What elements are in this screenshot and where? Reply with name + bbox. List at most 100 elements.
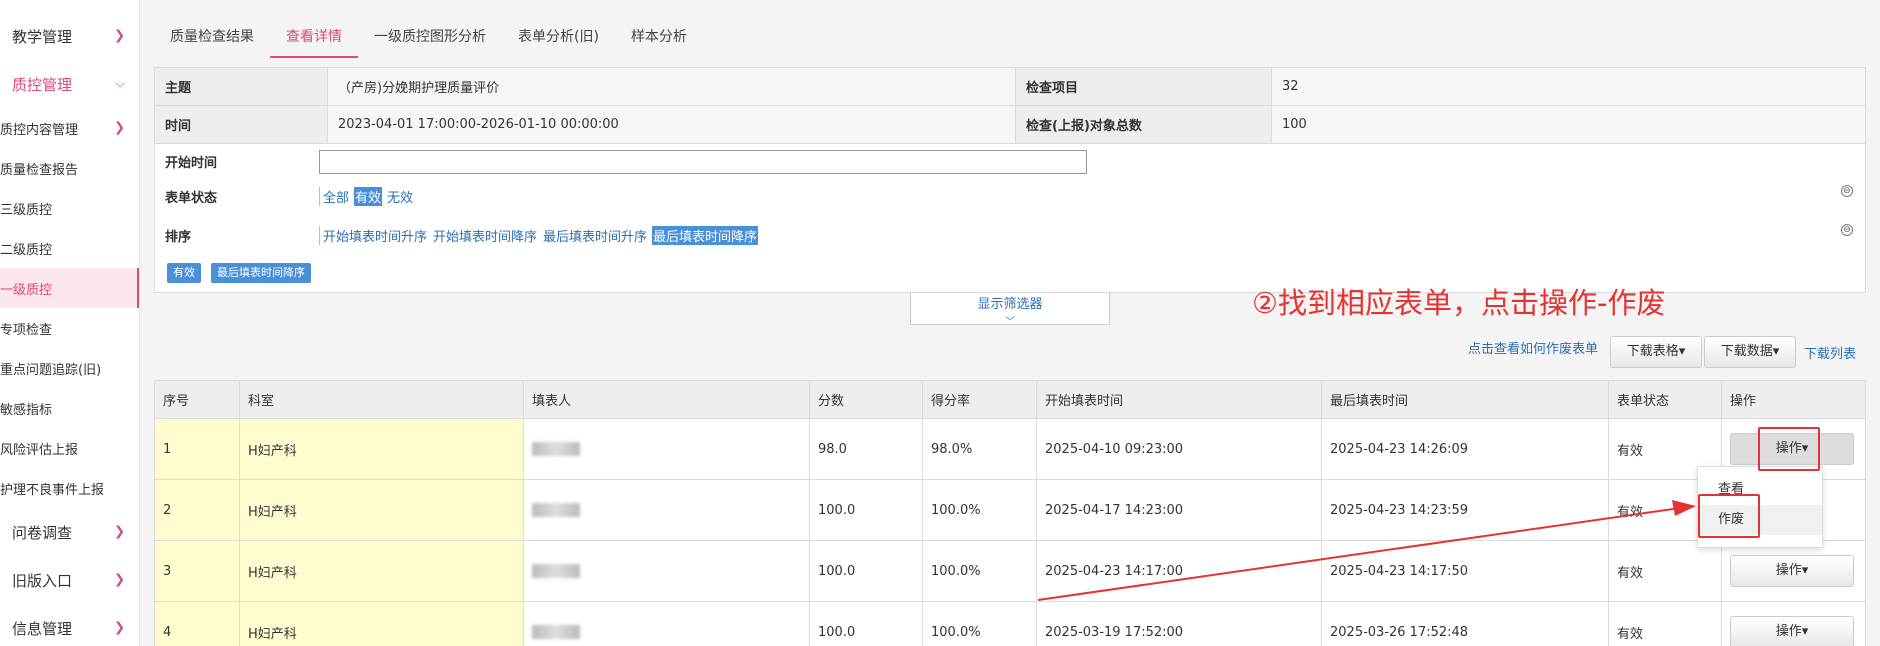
download-list-link[interactable]: 下载列表 <box>1804 343 1856 362</box>
active-filter-tag[interactable]: 有效 <box>167 263 201 283</box>
sidebar: 教学管理 ❯ 质控管理 ⌵ 质控内容管理 ❯ 质量检查报告 三级质控 二级质控 … <box>0 0 140 646</box>
total-value: 100 <box>1271 105 1866 144</box>
sidebar-group-info[interactable]: 信息管理 ❯ <box>0 604 139 646</box>
collapse-icon[interactable]: ⊖ <box>1841 224 1853 236</box>
items-value: 32 <box>1271 67 1866 106</box>
highlight-box <box>1698 494 1760 538</box>
sidebar-item-label: 三级质控 <box>0 202 53 218</box>
sidebar-group-legacy[interactable]: 旧版入口 ❯ <box>0 556 139 604</box>
row-action-button[interactable]: 操作▾ <box>1730 616 1854 646</box>
cell-score: 98.0 <box>809 418 923 480</box>
cell-dept: H妇产科 <box>239 540 524 602</box>
status-option-invalid[interactable]: 无效 <box>386 187 414 206</box>
chevron-down-icon: ﹀ <box>1005 317 1015 328</box>
cell-filler <box>523 601 810 646</box>
sidebar-item-key-issue[interactable]: 重点问题追踪(旧) <box>0 348 139 388</box>
cell-last-time: 2025-03-26 17:52:48 <box>1321 601 1609 646</box>
items-label: 检查项目 <box>1015 67 1272 106</box>
collapse-icon[interactable]: ⊖ <box>1841 185 1853 197</box>
table-row: 2 H妇产科 100.0 100.0% 2025-04-17 14:23:00 … <box>154 479 1866 541</box>
sidebar-item-level2[interactable]: 二级质控 <box>0 228 139 268</box>
download-data-button[interactable]: 下载数据▾ <box>1704 336 1796 368</box>
cell-last-time: 2025-04-23 14:26:09 <box>1321 418 1609 480</box>
show-filter-toggle[interactable]: 显示筛选器 ﹀ <box>910 293 1110 328</box>
status-option-all[interactable]: 全部 <box>322 187 350 206</box>
sidebar-item-sensitive-index[interactable]: 敏感指标 <box>0 388 139 428</box>
col-header: 开始填表时间 <box>1036 380 1322 419</box>
sidebar-group-label: 信息管理 <box>12 619 73 638</box>
cell-last-time: 2025-04-23 14:17:50 <box>1321 540 1609 602</box>
sidebar-item-label: 护理不良事件上报 <box>0 482 105 498</box>
time-label: 时间 <box>154 105 328 144</box>
sidebar-item-label: 一级质控 <box>0 282 53 298</box>
sidebar-item-special-check[interactable]: 专项检查 <box>0 308 139 348</box>
cell-start-time: 2025-04-17 14:23:00 <box>1036 479 1322 541</box>
cell-start-time: 2025-04-23 14:17:00 <box>1036 540 1322 602</box>
instruction-annotation: ②找到相应表单，点击操作-作废 <box>1252 286 1666 320</box>
sidebar-group-label: 质控管理 <box>12 75 73 94</box>
sidebar-item-label: 专项检查 <box>0 322 53 338</box>
sidebar-item-label: 风险评估上报 <box>0 442 79 458</box>
redacted-name <box>532 503 580 517</box>
sidebar-item-qc-report[interactable]: 质量检查报告 <box>0 148 139 188</box>
summary-table: 主题 （产房)分娩期护理质量评价 检查项目 32 时间 2023-04-01 1… <box>154 67 1866 144</box>
cell-rate: 100.0% <box>922 479 1037 541</box>
col-header: 得分率 <box>922 380 1037 419</box>
table-row: 1 H妇产科 98.0 98.0% 2025-04-10 09:23:00 20… <box>154 418 1866 480</box>
cell-no: 4 <box>154 601 240 646</box>
sort-option-last-asc[interactable]: 最后填表时间升序 <box>542 226 648 245</box>
tab-form-analysis[interactable]: 表单分析(旧) <box>502 16 615 58</box>
cell-dept: H妇产科 <box>239 479 524 541</box>
row-action-button[interactable]: 操作▾ <box>1730 555 1854 587</box>
cell-filler <box>523 479 810 541</box>
records-table: 序号 科室 填表人 分数 得分率 开始填表时间 最后填表时间 表单状态 操作 1… <box>154 380 1866 646</box>
tab-level1-chart[interactable]: 一级质控图形分析 <box>358 16 502 58</box>
status-option-valid[interactable]: 有效 <box>354 187 383 206</box>
cell-filler <box>523 418 810 480</box>
table-row: 4 H妇产科 100.0 100.0% 2025-03-19 17:52:00 … <box>154 601 1866 646</box>
filter-panel: 开始时间 表单状态 全部 有效 无效 ⊖ 排序 开始填表时间升序 开始填表时间降… <box>154 143 1866 293</box>
sort-option-start-desc[interactable]: 开始填表时间降序 <box>432 226 538 245</box>
chevron-right-icon: ❯ <box>114 28 125 44</box>
time-value: 2023-04-01 17:00:00-2026-01-10 00:00:00 <box>327 105 1016 144</box>
tab-detail[interactable]: 查看详情 <box>270 16 358 58</box>
sidebar-item-risk-report[interactable]: 风险评估上报 <box>0 428 139 468</box>
col-header: 序号 <box>154 380 240 419</box>
cell-start-time: 2025-03-19 17:52:00 <box>1036 601 1322 646</box>
start-time-label: 开始时间 <box>165 156 218 171</box>
sidebar-group-label: 问卷调查 <box>12 523 73 542</box>
cell-status: 有效 <box>1608 540 1722 602</box>
cell-score: 100.0 <box>809 479 923 541</box>
sidebar-item-adverse-event[interactable]: 护理不良事件上报 <box>0 468 139 508</box>
sidebar-item-label: 敏感指标 <box>0 402 53 418</box>
col-header: 分数 <box>809 380 923 419</box>
sidebar-item-level3[interactable]: 三级质控 <box>0 188 139 228</box>
active-filter-tag[interactable]: 最后填表时间降序 <box>211 263 311 283</box>
start-time-input[interactable] <box>319 150 1087 174</box>
cell-start-time: 2025-04-10 09:23:00 <box>1036 418 1322 480</box>
tab-bar: 质量检查结果 查看详情 一级质控图形分析 表单分析(旧) 样本分析 <box>154 16 703 58</box>
sort-label: 排序 <box>165 230 192 245</box>
chevron-right-icon: ❯ <box>114 120 125 136</box>
cell-status: 有效 <box>1608 601 1722 646</box>
tab-sample-analysis[interactable]: 样本分析 <box>615 16 703 58</box>
chevron-right-icon: ❯ <box>114 572 125 588</box>
sort-option-last-desc[interactable]: 最后填表时间降序 <box>652 226 759 245</box>
sidebar-group-quality-control[interactable]: 质控管理 ⌵ <box>0 60 139 108</box>
subject-label: 主题 <box>154 67 328 106</box>
col-header: 表单状态 <box>1608 380 1722 419</box>
howto-void-link[interactable]: 点击查看如何作废表单 <box>1468 338 1598 357</box>
chevron-down-icon: ⌵ <box>115 76 125 92</box>
download-table-button[interactable]: 下载表格▾ <box>1610 336 1702 368</box>
sidebar-item-label: 二级质控 <box>0 242 53 258</box>
sidebar-item-qc-content[interactable]: 质控内容管理 ❯ <box>0 108 139 148</box>
sidebar-group-survey[interactable]: 问卷调查 ❯ <box>0 508 139 556</box>
form-status-options: 全部 有效 无效 <box>319 187 414 206</box>
sort-options: 开始填表时间升序 开始填表时间降序 最后填表时间升序 最后填表时间降序 <box>319 226 759 245</box>
sidebar-item-level1[interactable]: 一级质控 <box>0 268 139 308</box>
cell-op: 操作▾ <box>1721 601 1866 646</box>
table-header-row: 序号 科室 填表人 分数 得分率 开始填表时间 最后填表时间 表单状态 操作 <box>154 380 1866 419</box>
sidebar-group-teaching[interactable]: 教学管理 ❯ <box>0 12 139 60</box>
sort-option-start-asc[interactable]: 开始填表时间升序 <box>322 226 428 245</box>
tab-qc-result[interactable]: 质量检查结果 <box>154 16 270 58</box>
